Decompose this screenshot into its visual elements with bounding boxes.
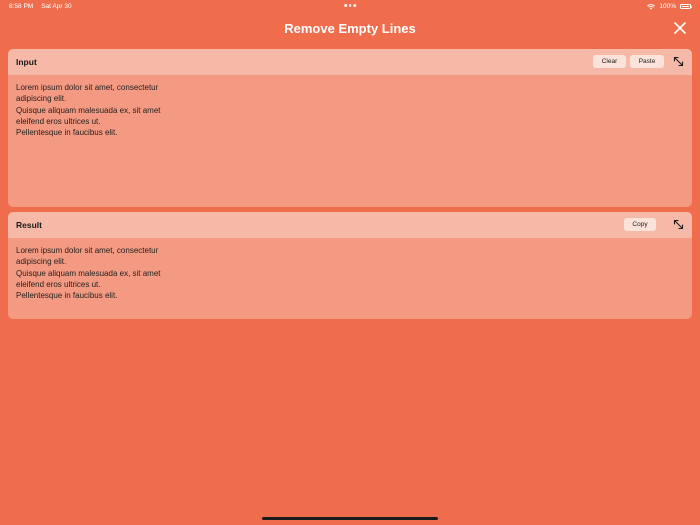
status-right: 100%: [647, 3, 692, 10]
input-text-area[interactable]: Lorem ipsum dolor sit amet, consectetur …: [8, 75, 692, 145]
input-line: adipiscing elit.: [16, 94, 67, 104]
result-line: Quisque aliquam malesuada ex, sit amet: [16, 268, 161, 278]
battery-percent: 100%: [659, 3, 676, 10]
close-icon[interactable]: [673, 21, 687, 35]
input-line: Lorem ipsum dolor sit amet, consectetur: [16, 83, 159, 92]
result-label: Result: [16, 220, 42, 230]
dot: [348, 4, 352, 7]
result-line: eleifend eros ultrices ut.: [16, 279, 101, 289]
home-indicator[interactable]: [262, 517, 438, 520]
input-panel-header: Input Clear Paste: [8, 49, 692, 75]
status-bar: 8:58 PM Sat Apr 30 100%: [0, 0, 700, 12]
result-line: adipiscing elit.: [16, 257, 67, 267]
dot: [353, 4, 356, 7]
multitasking-dots[interactable]: [344, 4, 356, 7]
result-actions: Copy: [624, 218, 686, 231]
copy-button[interactable]: Copy: [624, 218, 656, 231]
input-panel: Input Clear Paste Lorem ipsum dolor sit …: [8, 49, 692, 207]
input-actions: Clear Paste: [593, 55, 686, 68]
page-title: Remove Empty Lines: [284, 21, 416, 36]
expand-icon[interactable]: [673, 219, 684, 230]
paste-button[interactable]: Paste: [630, 55, 664, 68]
result-text-area[interactable]: Lorem ipsum dolor sit amet, consectetur …: [8, 238, 692, 308]
input-line: Quisque aliquam malesuada ex, sit amet: [16, 105, 161, 115]
input-label: Input: [16, 57, 37, 67]
result-line: Lorem ipsum dolor sit amet, consectetur: [16, 246, 159, 255]
expand-icon[interactable]: [673, 56, 684, 67]
input-line: Pellentesque in faucibus elit.: [16, 128, 118, 138]
status-date: Sat Apr 30: [41, 3, 72, 10]
battery-icon: [680, 4, 692, 9]
dot: [344, 4, 347, 7]
battery-fill: [681, 5, 690, 8]
wifi-icon: [647, 3, 656, 10]
input-line: eleifend eros ultrices ut.: [16, 116, 101, 126]
status-left: 8:58 PM Sat Apr 30: [9, 3, 72, 10]
result-line: Pellentesque in faucibus elit.: [16, 291, 118, 301]
result-panel-header: Result Copy: [8, 212, 692, 238]
clear-button[interactable]: Clear: [593, 55, 626, 68]
status-time: 8:58 PM: [9, 3, 34, 10]
result-panel: Result Copy Lorem ipsum dolor sit amet, …: [8, 212, 692, 319]
